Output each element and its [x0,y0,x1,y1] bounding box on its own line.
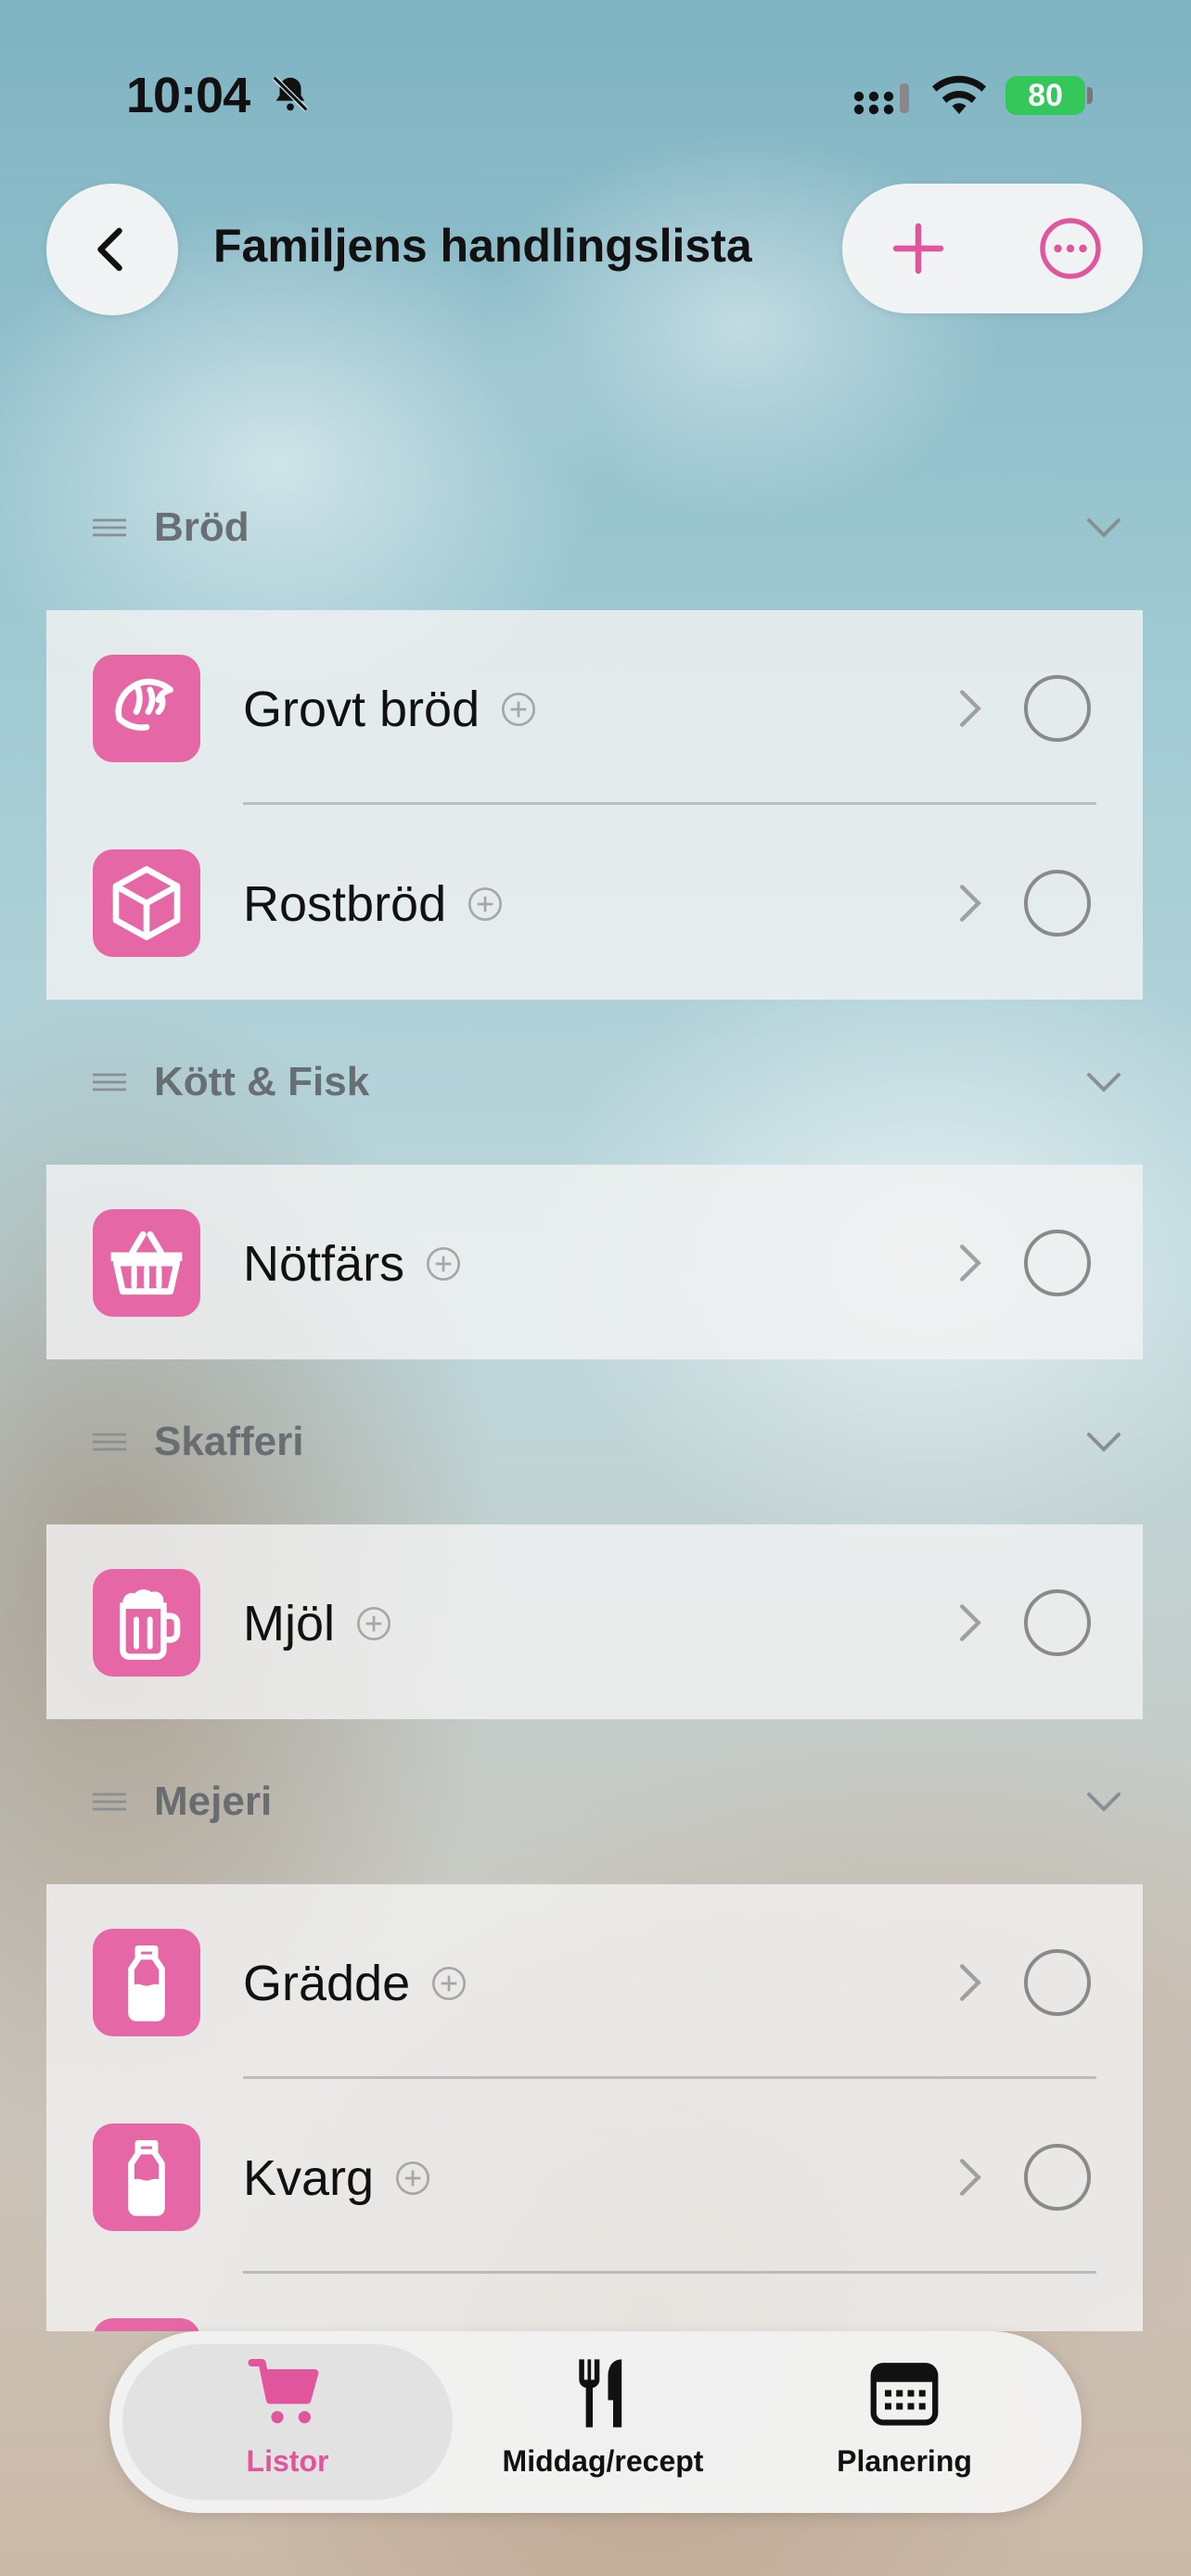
item-label: Grovt bröd [243,682,480,737]
chevron-down-icon[interactable] [1085,514,1122,542]
checkbox-circle[interactable] [1024,2144,1091,2211]
tab-label: Listor [246,2444,329,2478]
section-header-kott-fisk[interactable]: Kött & Fisk [93,1050,1141,1115]
section-card-kott-fisk: Nötfärs [46,1165,1143,1359]
section-title: Mejeri [154,1779,273,1824]
add-circle-icon[interactable] [425,1245,462,1282]
chevron-down-icon[interactable] [1085,1428,1122,1456]
drag-handle-icon[interactable] [93,516,126,539]
add-circle-icon[interactable] [430,1965,467,2002]
battery-cap [1087,87,1093,104]
checkbox-circle[interactable] [1024,1589,1091,1656]
tab-listor[interactable]: Listor [122,2352,453,2500]
tab-label: Middag/recept [502,2444,704,2478]
cart-icon [246,2352,329,2435]
mug-icon [93,2318,200,2331]
section-header-mejeri[interactable]: Mejeri [93,1769,1141,1834]
add-item-button[interactable] [872,202,965,295]
checkbox-circle[interactable] [1024,870,1091,937]
tab-label: Planering [837,2444,972,2478]
tab-middag-recept[interactable]: Middag/recept [464,2352,742,2500]
add-circle-icon[interactable] [500,691,537,728]
milk-bottle-icon [93,2123,200,2231]
section-title: Skafferi [154,1419,304,1464]
plus-icon [892,223,944,274]
drag-handle-icon[interactable] [93,1071,126,1093]
item-label: Grädde [243,1956,411,2011]
bell-slash-icon [272,75,309,112]
cellular-signal-icon [853,83,909,115]
list-item[interactable]: Kvarg [46,2079,1143,2274]
checkbox-circle[interactable] [1024,1949,1091,2016]
chevron-right-icon[interactable] [957,1243,983,1283]
drag-handle-icon[interactable] [93,1791,126,1813]
section-title: Kött & Fisk [154,1059,370,1104]
item-label: Rostbröd [243,876,447,932]
basket-icon [93,1209,200,1317]
section-card-skafferi: Mjöl [46,1524,1143,1719]
item-label: Nötfärs [243,1236,405,1292]
mug-icon [93,1569,200,1677]
add-circle-icon[interactable] [394,2160,431,2197]
item-label: Kvarg [243,2150,375,2206]
list-item[interactable]: Rostbröd [46,805,1143,1000]
status-time: 10:04 [126,68,250,123]
chevron-right-icon[interactable] [957,2157,983,2198]
battery-level: 80 [1028,77,1063,113]
chevron-right-icon[interactable] [957,883,983,924]
add-circle-icon[interactable] [467,886,504,923]
section-title: Bröd [154,504,250,550]
chevron-down-icon[interactable] [1085,1788,1122,1816]
item-label: Mjöl [243,1596,336,1651]
section-card-brod: Grovt bröd Rostbröd [46,610,1143,1000]
croissant-icon [93,655,200,762]
chevron-down-icon[interactable] [1085,1068,1122,1096]
tab-planering[interactable]: Planering [770,2352,1039,2500]
list-item-partial[interactable] [46,2274,1143,2331]
section-card-mejeri: Grädde Kvarg [46,1884,1143,2331]
calendar-icon [863,2352,946,2435]
checkbox-circle[interactable] [1024,675,1091,742]
section-header-skafferi[interactable]: Skafferi [93,1409,1141,1474]
wifi-icon [932,75,986,114]
chevron-right-icon[interactable] [957,1602,983,1643]
chevron-right-icon[interactable] [957,688,983,729]
page-title: Familjens handlingslista [213,220,752,272]
drag-handle-icon[interactable] [93,1431,126,1453]
list-item[interactable]: Grädde [46,1884,1143,2079]
list-item[interactable]: Nötfärs [46,1165,1143,1359]
add-circle-icon[interactable] [355,1605,392,1642]
milk-bottle-icon [93,1929,200,2036]
checkbox-circle[interactable] [1024,1230,1091,1296]
chevron-left-icon [97,227,122,272]
section-header-brod[interactable]: Bröd [93,495,1141,560]
chevron-right-icon[interactable] [957,1962,983,2003]
list-item[interactable]: Mjöl [46,1524,1143,1719]
more-options-button[interactable] [1024,202,1117,295]
fork-knife-icon [561,2352,645,2435]
battery-indicator: 80 [1005,76,1085,115]
back-button[interactable] [46,184,178,315]
ellipsis-circle-icon [1040,218,1101,279]
list-item[interactable]: Grovt bröd [46,610,1143,805]
box-icon [93,849,200,957]
